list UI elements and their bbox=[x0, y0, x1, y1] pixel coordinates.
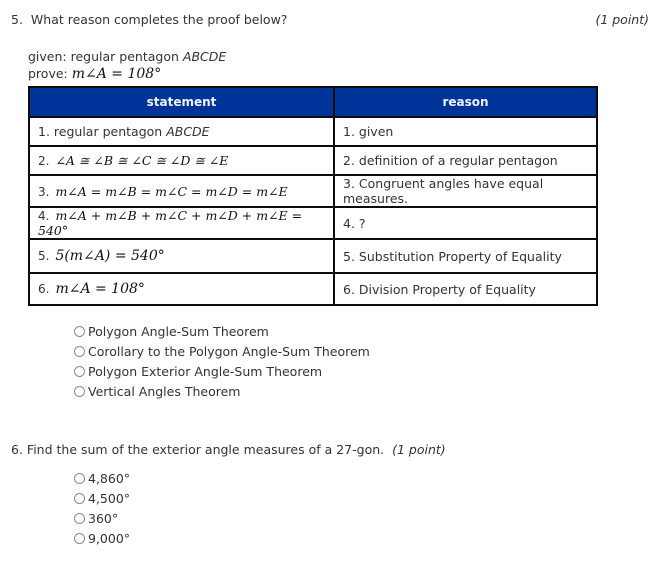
statement-text: m∠A = m∠B = m∠C = m∠D = m∠E bbox=[55, 183, 288, 199]
option-vertical-angles[interactable]: Vertical Angles Theorem bbox=[74, 381, 370, 401]
option-4500[interactable]: 4,500° bbox=[74, 488, 130, 508]
option-polygon-angle-sum[interactable]: Polygon Angle-Sum Theorem bbox=[74, 321, 370, 341]
proof-table: statement reason 1. regular pentagon ABC… bbox=[28, 86, 598, 306]
statement-italic: ABCDE bbox=[166, 124, 210, 139]
header-reason: reason bbox=[333, 86, 598, 118]
option-label: 4,500° bbox=[88, 490, 131, 506]
statement-number: 5. bbox=[38, 249, 50, 263]
option-label: 9,000° bbox=[88, 530, 131, 546]
option-9000[interactable]: 9,000° bbox=[74, 528, 130, 548]
question-6-prompt: Find the sum of the exterior angle measu… bbox=[26, 442, 385, 457]
radio-button[interactable] bbox=[74, 385, 85, 397]
radio-button[interactable] bbox=[74, 492, 85, 504]
given-label: given: bbox=[28, 49, 67, 64]
statement-text: m∠A + m∠B + m∠C + m∠D + m∠E = 540° bbox=[38, 208, 303, 238]
proof-table-header: statement reason bbox=[28, 86, 598, 118]
option-label: 4,860° bbox=[88, 470, 131, 486]
table-row: 1. regular pentagon ABCDE 1. given bbox=[28, 116, 598, 147]
question-5-title: 5. What reason completes the proof below… bbox=[11, 12, 287, 27]
statement-number: 1. bbox=[38, 124, 50, 139]
question-5-options: Polygon Angle-Sum Theorem Corollary to t… bbox=[74, 321, 370, 401]
question-6-number: 6. bbox=[11, 442, 23, 457]
radio-button[interactable] bbox=[74, 512, 85, 524]
reason-cell: 6. Division Property of Equality bbox=[333, 272, 598, 306]
prove-label: prove: bbox=[28, 66, 68, 81]
statement-text: m∠A = 108° bbox=[55, 281, 145, 297]
option-label: Polygon Exterior Angle-Sum Theorem bbox=[88, 363, 323, 379]
reason-cell: 2. definition of a regular pentagon bbox=[333, 145, 598, 176]
statement-number: 3. bbox=[38, 184, 50, 199]
header-statement: statement bbox=[28, 86, 335, 118]
question-6-title: 6. Find the sum of the exterior angle me… bbox=[11, 442, 446, 457]
question-6-points: (1 point) bbox=[392, 442, 446, 457]
prove-line: prove: m∠A = 108° bbox=[28, 66, 161, 82]
radio-button[interactable] bbox=[74, 472, 85, 484]
prove-expression: m∠A = 108° bbox=[71, 66, 162, 82]
option-corollary-polygon-angle-sum[interactable]: Corollary to the Polygon Angle-Sum Theor… bbox=[74, 341, 370, 361]
option-label: 360° bbox=[88, 510, 119, 526]
table-row: 4. m∠A + m∠B + m∠C + m∠D + m∠E = 540° 4.… bbox=[28, 206, 598, 240]
reason-cell: 3. Congruent angles have equal measures. bbox=[333, 174, 598, 208]
option-label: Corollary to the Polygon Angle-Sum Theor… bbox=[88, 343, 370, 359]
statement-text: 5(m∠A) = 540° bbox=[55, 248, 165, 264]
radio-button[interactable] bbox=[74, 325, 85, 337]
radio-button[interactable] bbox=[74, 532, 85, 544]
given-line: given: regular pentagon ABCDE bbox=[28, 49, 226, 64]
radio-button[interactable] bbox=[74, 365, 85, 377]
statement-cell: 2. ∠A ≅ ∠B ≅ ∠C ≅ ∠D ≅ ∠E bbox=[28, 145, 335, 176]
statement-cell: 3. m∠A = m∠B = m∠C = m∠D = m∠E bbox=[28, 174, 335, 208]
table-row: 5. 5(m∠A) = 540° 5. Substitution Propert… bbox=[28, 238, 598, 274]
statement-cell: 4. m∠A + m∠B + m∠C + m∠D + m∠E = 540° bbox=[28, 206, 335, 240]
question-5-points: (1 point) bbox=[595, 12, 649, 27]
question-6-options: 4,860° 4,500° 360° 9,000° bbox=[74, 468, 130, 548]
table-row: 3. m∠A = m∠B = m∠C = m∠D = m∠E 3. Congru… bbox=[28, 174, 598, 208]
statement-number: 6. bbox=[38, 282, 50, 296]
question-5-number: 5. bbox=[11, 12, 23, 27]
option-4860[interactable]: 4,860° bbox=[74, 468, 130, 488]
option-label: Polygon Angle-Sum Theorem bbox=[88, 323, 269, 339]
statement-text: ∠A ≅ ∠B ≅ ∠C ≅ ∠D ≅ ∠E bbox=[55, 153, 229, 168]
statement-number: 2. bbox=[38, 154, 50, 168]
statement-number: 4. bbox=[38, 209, 50, 223]
statement-cell: 1. regular pentagon ABCDE bbox=[28, 116, 335, 147]
option-360[interactable]: 360° bbox=[74, 508, 130, 528]
option-polygon-exterior-angle-sum[interactable]: Polygon Exterior Angle-Sum Theorem bbox=[74, 361, 370, 381]
table-row: 2. ∠A ≅ ∠B ≅ ∠C ≅ ∠D ≅ ∠E 2. definition … bbox=[28, 145, 598, 176]
reason-cell: 4. ? bbox=[333, 206, 598, 240]
statement-cell: 5. 5(m∠A) = 540° bbox=[28, 238, 335, 274]
given-polygon: ABCDE bbox=[182, 49, 227, 64]
radio-button[interactable] bbox=[74, 345, 85, 357]
table-row: 6. m∠A = 108° 6. Division Property of Eq… bbox=[28, 272, 598, 306]
option-label: Vertical Angles Theorem bbox=[88, 383, 241, 399]
given-text: regular pentagon bbox=[70, 49, 179, 64]
statement-text: regular pentagon bbox=[53, 124, 163, 139]
question-5-prompt: What reason completes the proof below? bbox=[30, 12, 288, 27]
reason-cell: 5. Substitution Property of Equality bbox=[333, 238, 598, 274]
reason-cell: 1. given bbox=[333, 116, 598, 147]
statement-cell: 6. m∠A = 108° bbox=[28, 272, 335, 306]
